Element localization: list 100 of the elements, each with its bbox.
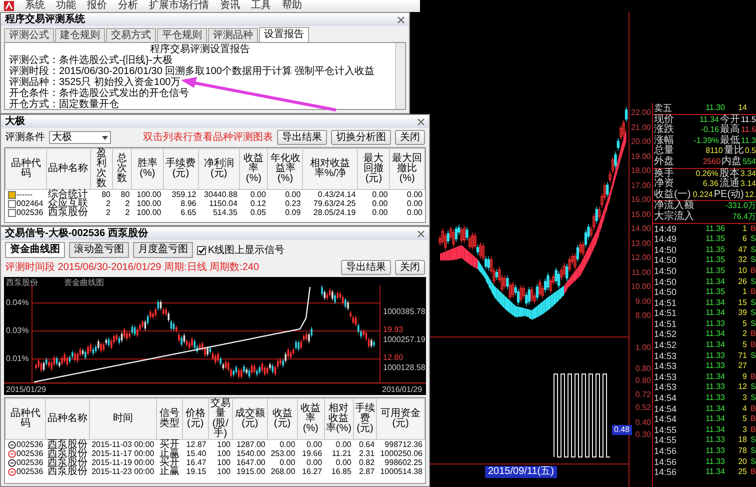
tick-volume: 9 (742, 372, 747, 382)
menu-item[interactable]: 工具 (251, 0, 271, 12)
column-header[interactable]: 年化收益率(%) (268, 148, 303, 190)
quote-label: 最低 (720, 136, 740, 146)
table-cell-text: 0.09 (284, 208, 302, 217)
menu-item[interactable]: 帮助 (282, 0, 302, 12)
window-title: 交易信号-大极-002536 西泵股份 (5, 228, 148, 239)
tick-price: 11.35 (704, 266, 725, 276)
report-line: 开仓条件：条件选股公式发出的开仓信号 (9, 88, 190, 99)
quote-value: 8110 (704, 146, 723, 156)
tick-side: S (750, 234, 756, 245)
tab[interactable]: 评测公式 (4, 28, 54, 42)
tick-time: 14:52 (654, 340, 678, 351)
table-cell: 80 (112, 190, 132, 199)
table-cell-text: 西泵股份 (46, 458, 89, 467)
axis-label: 0.80 (635, 376, 651, 385)
column-header[interactable]: 品种名称 (46, 148, 90, 190)
tick-time: 14:50 (654, 287, 678, 298)
tick-volume: 25 (737, 467, 747, 478)
column-header[interactable]: 相对收益率(%) (324, 398, 354, 440)
quote-label: 流通 (719, 179, 740, 190)
column-header[interactable]: 胜率(%) (132, 148, 164, 190)
tick-volume: 12 (737, 382, 747, 394)
menu-item[interactable]: 报价 (87, 0, 107, 12)
quote-label: 换手 (654, 168, 674, 179)
tick-side: B (750, 372, 756, 382)
column-header[interactable]: 信号类型 (156, 398, 182, 440)
axis-label: 0.72 (635, 390, 651, 399)
tab[interactable]: 建仓规则 (55, 28, 105, 42)
table-cell-text: 6.65 (180, 208, 198, 217)
table-cell: 002536 (16, 208, 44, 217)
toolbar-button[interactable]: 切换分析图 (331, 130, 391, 145)
axis-label: 0.30 (635, 430, 651, 439)
series-label: 西泵股份 (6, 278, 38, 287)
axis-label: 15.00 (630, 210, 651, 218)
table-cell: 002536 (16, 440, 44, 449)
toolbar-button[interactable]: 导出结果 (341, 260, 391, 275)
column-header[interactable]: 净利润(元) (198, 148, 240, 190)
column-header[interactable]: 收益(元) (267, 398, 298, 440)
tick-time: 14:51 (654, 318, 678, 330)
tick-time: 14:54 (654, 393, 678, 404)
column-header[interactable]: 手续费(元) (163, 148, 198, 190)
table-cell: 30440.88 (198, 190, 240, 199)
quote-label: 涨幅 (654, 136, 674, 146)
column-header[interactable]: 品种代码 (6, 148, 46, 190)
axis-label: 8.00 (635, 311, 651, 320)
quote-label: 卖五 (654, 103, 673, 114)
quote-label: 收益(一) (654, 190, 691, 200)
column-header[interactable]: 成交额(元) (232, 398, 268, 440)
chart-tab[interactable]: 滚动盈亏图 (69, 242, 129, 258)
menu-item[interactable]: 功能 (56, 0, 76, 12)
tick-volume: 5 (742, 414, 747, 425)
column-header[interactable]: 时间 (90, 398, 156, 440)
flow-label: 大宗流入 (654, 212, 694, 223)
axis-label: 2015/01/29 (6, 385, 46, 394)
tab[interactable]: 平仓规则 (157, 28, 207, 42)
tab[interactable]: 评测品种 (208, 28, 258, 42)
column-header[interactable]: 收益率(%) (297, 398, 324, 440)
tick-time: 14:50 (654, 276, 678, 288)
tick-price: 11.35 (704, 287, 725, 298)
menu-item[interactable]: 资讯 (220, 0, 240, 12)
axis-label: 1000257.19 (383, 335, 426, 344)
menu-item[interactable]: 分析 (118, 0, 138, 12)
column-header[interactable]: 品种名称 (46, 398, 90, 440)
column-header[interactable]: 盈利次数 (90, 148, 112, 190)
quote-label: 股本 (719, 168, 740, 179)
tick-side: B (750, 266, 756, 276)
tick-price: 11.34 (704, 424, 725, 436)
tick-price: 11.35 (704, 234, 725, 245)
tab[interactable]: 交易方式 (106, 28, 156, 42)
tick-side: S (750, 255, 756, 266)
filter-dropdown[interactable]: 大极 (49, 131, 111, 144)
tick-time: 14:50 (654, 255, 678, 266)
tick-volume: 32 (737, 255, 747, 266)
tick-side: S (750, 276, 756, 288)
column-header[interactable]: 总次数 (112, 148, 132, 190)
table-cell-text: 2015-11-23 00:00 (90, 467, 156, 476)
toolbar-button[interactable]: 关闭 (395, 130, 425, 145)
table-cell-text: 0.00 (306, 458, 324, 467)
column-header[interactable]: 手续费(元) (353, 398, 377, 440)
tick-price: 11.34 (704, 340, 725, 351)
column-header[interactable]: 最大回撤比(%) (390, 148, 424, 190)
toolbar-button[interactable]: 导出结果 (277, 130, 327, 145)
column-header[interactable]: 最大回撤(元) (358, 148, 390, 190)
column-header[interactable]: 相对收益率%/净 (302, 148, 358, 190)
tick-side: S (750, 318, 756, 330)
column-header[interactable]: 收益率(%) (239, 148, 268, 190)
axis-label: 0.40 (635, 418, 651, 427)
table-cell-text: 0.00 (334, 458, 352, 467)
tick-side: B (750, 467, 756, 478)
axis-label: 2016/01/29 (382, 385, 422, 394)
toolbar-button[interactable]: 关闭 (395, 260, 425, 275)
column-header[interactable]: 价格(元) (182, 398, 208, 440)
column-header[interactable]: 可用资金(元) (376, 398, 424, 440)
quote-value: 11.6 (741, 125, 756, 136)
chart-tab[interactable]: 资金曲线图 (5, 242, 65, 258)
chart-tab[interactable]: 月度盈亏图 (133, 242, 193, 258)
axis-label: 9.00 (635, 296, 651, 306)
tab[interactable]: 设置报告 (259, 27, 309, 42)
column-header[interactable]: 品种代码 (6, 398, 46, 440)
